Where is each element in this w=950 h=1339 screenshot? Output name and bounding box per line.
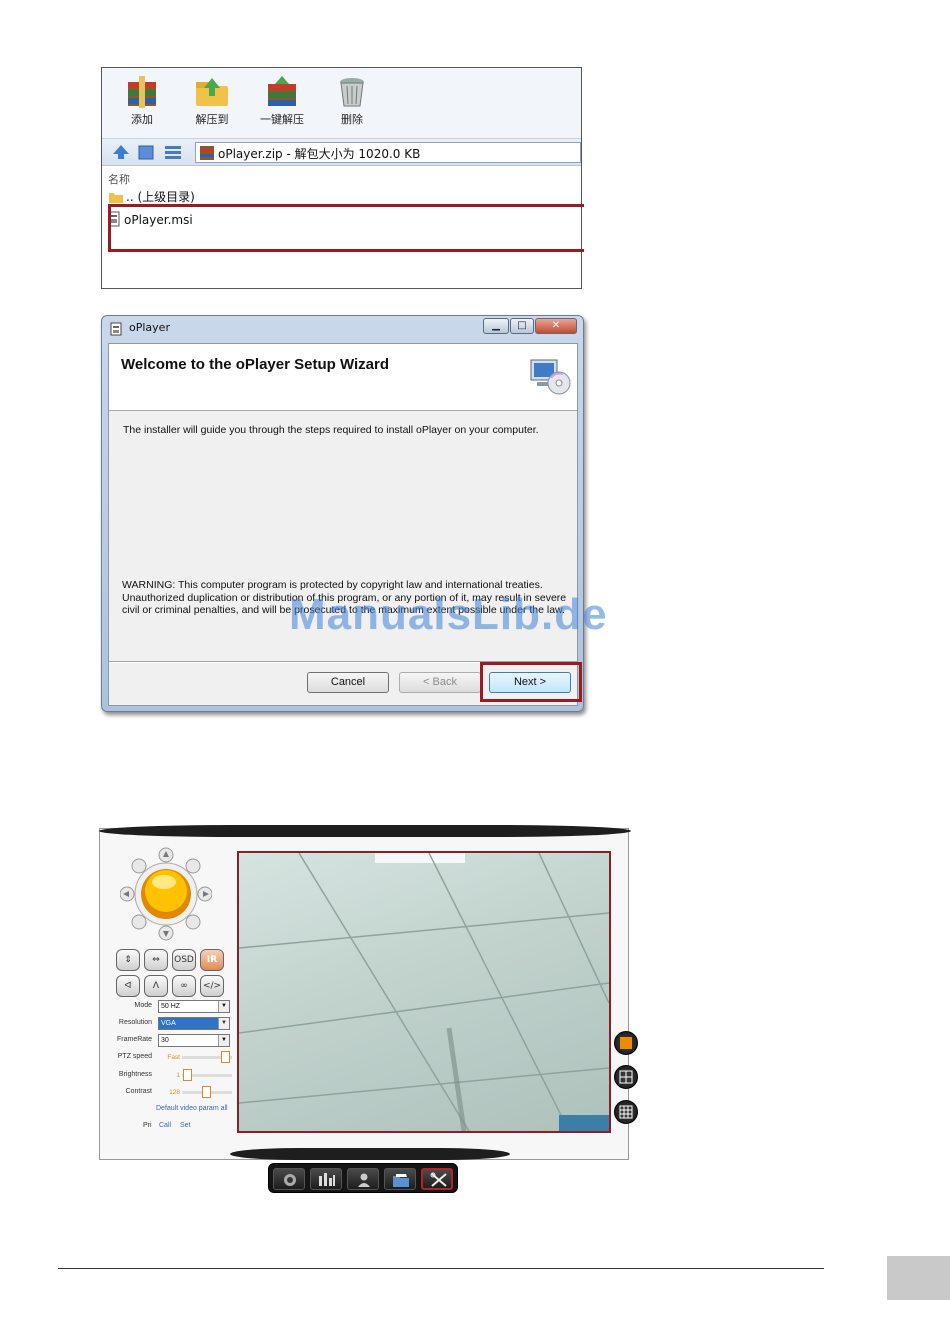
slider-thumb[interactable] <box>221 1051 230 1063</box>
framerate-label: FrameRate <box>116 1036 152 1043</box>
zip-archive-icon <box>200 146 214 160</box>
wizard-header: Welcome to the oPlayer Setup Wizard <box>109 344 577 411</box>
wizard-body: Welcome to the oPlayer Setup Wizard The … <box>108 343 578 706</box>
brightness-value: 1 <box>176 1072 180 1079</box>
folder-icon <box>109 193 123 203</box>
file-name: .. (上级目录) <box>126 190 195 204</box>
list-view-icon[interactable] <box>164 145 182 160</box>
minimize-icon: ▁ <box>492 320 500 331</box>
ptz-speed-slider[interactable] <box>182 1051 232 1063</box>
user-icon <box>358 1173 370 1187</box>
page-number-tab <box>887 1256 950 1300</box>
maximize-button[interactable]: □ <box>510 318 534 334</box>
nine-grid-icon <box>619 1105 633 1119</box>
resolution-select[interactable]: VGA ▼ <box>158 1017 230 1030</box>
mode-label: Mode <box>134 1002 152 1009</box>
delete-icon <box>340 78 364 107</box>
folder-icon <box>393 1174 409 1187</box>
preset-label: Pri <box>143 1122 152 1129</box>
one-click-extract-icon <box>268 76 296 106</box>
mirror-button[interactable]: ᐱ <box>144 975 168 997</box>
framerate-select[interactable]: 30 ▼ <box>158 1034 230 1047</box>
address-bar: oPlayer.zip - 解包大小为 1020.0 KB <box>102 138 581 166</box>
setup-wizard-window: oPlayer ▁ □ ✕ Welcome to the oPlayer Set… <box>101 315 584 712</box>
bottom-dock <box>268 1163 458 1193</box>
single-view-icon <box>620 1037 632 1049</box>
ptz-speed-label: PTZ speed <box>117 1053 152 1060</box>
minimize-button[interactable]: ▁ <box>483 318 509 334</box>
brightness-label: Brightness <box>118 1071 152 1078</box>
one-click-extract-button[interactable]: 一键解压 <box>252 76 312 127</box>
osd-button[interactable]: OSD <box>172 949 196 971</box>
video-dock-button[interactable] <box>273 1168 305 1190</box>
horizontal-patrol-button[interactable]: ⇔ <box>144 949 168 971</box>
column-header-name[interactable]: 名称 <box>108 171 130 187</box>
ir-button[interactable]: IR <box>200 949 224 971</box>
brightness-slider[interactable] <box>182 1069 232 1081</box>
frame-top-bar <box>99 825 631 837</box>
ptz-joystick[interactable] <box>120 847 212 941</box>
chevron-down-icon: ▼ <box>218 1035 229 1046</box>
cancel-button[interactable]: Cancel <box>307 672 389 693</box>
footer-rule <box>58 1268 824 1269</box>
preset-set-link[interactable]: Set <box>180 1122 191 1129</box>
frame-bottom-bar <box>230 1148 510 1160</box>
contrast-label: Contrast <box>125 1088 152 1095</box>
archive-window: 添加 解压到 一键解压 删除 oPlayer.zip - 解包大小为 1020.… <box>101 67 584 289</box>
extract-to-button[interactable]: 解压到 <box>182 76 242 127</box>
single-view-button[interactable] <box>614 1031 638 1055</box>
up-arrow-icon[interactable] <box>112 144 130 160</box>
contrast-value: 128 <box>169 1089 180 1096</box>
installer-app-icon <box>110 322 122 336</box>
watermark: ManualsLib.de <box>289 590 608 639</box>
path-field[interactable]: oPlayer.zip - 解包大小为 1020.0 KB <box>195 142 581 163</box>
quad-view-button[interactable] <box>614 1065 638 1089</box>
add-button[interactable]: 添加 <box>112 76 172 127</box>
archive-toolbar: 添加 解压到 一键解压 删除 <box>102 68 581 138</box>
maximize-icon: □ <box>517 320 527 331</box>
ptz-speed-value: Fast <box>167 1054 180 1061</box>
back-button[interactable]: < Back <box>399 672 481 693</box>
slider-thumb[interactable] <box>183 1069 192 1081</box>
folder-dock-button[interactable] <box>384 1168 416 1190</box>
link-button[interactable]: ∞ <box>172 975 196 997</box>
quad-grid-icon <box>619 1070 633 1084</box>
chevron-down-icon: ▼ <box>218 1018 229 1029</box>
preset-call-link[interactable]: Call <box>159 1122 171 1129</box>
code-button[interactable]: </> <box>200 975 224 997</box>
camera-client-window: ⇕ ⇔ OSD IR ᐊ ᐱ ∞ </> Mode 50 HZ ▼ Resolut… <box>99 825 638 1160</box>
default-params-link[interactable]: Default video param all <box>156 1105 228 1112</box>
window-title: oPlayer <box>129 321 170 334</box>
file-row-parent[interactable]: .. (上级目录) <box>108 188 195 205</box>
vertical-patrol-button[interactable]: ⇕ <box>116 949 140 971</box>
close-icon: ✕ <box>551 320 561 331</box>
video-view[interactable] <box>237 851 611 1133</box>
settings-dock-button[interactable] <box>421 1168 453 1190</box>
selection-highlight <box>108 204 584 252</box>
thumbnail-view-icon[interactable] <box>138 145 154 160</box>
resolution-label: Resolution <box>118 1019 152 1026</box>
mode-select[interactable]: 50 HZ ▼ <box>158 1000 230 1013</box>
computer-cd-icon <box>530 359 571 395</box>
nine-view-button[interactable] <box>614 1100 638 1124</box>
extract-to-icon <box>196 78 228 106</box>
chevron-down-icon: ▼ <box>218 1001 229 1012</box>
intro-text: The installer will guide you through the… <box>123 424 539 436</box>
delete-button[interactable]: 删除 <box>322 76 382 127</box>
playback-dock-button[interactable] <box>347 1168 379 1190</box>
tools-icon <box>430 1172 447 1187</box>
slider-thumb[interactable] <box>202 1086 211 1098</box>
wizard-heading: Welcome to the oPlayer Setup Wizard <box>121 356 389 373</box>
add-archive-icon <box>128 76 156 108</box>
close-button[interactable]: ✕ <box>535 318 577 334</box>
path-text: oPlayer.zip - 解包大小为 1020.0 KB <box>218 147 421 161</box>
camera-icon <box>284 1174 296 1186</box>
next-button-highlight <box>480 662 582 702</box>
record-dock-button[interactable] <box>310 1168 342 1190</box>
contrast-slider[interactable] <box>182 1086 232 1098</box>
ceiling-scene <box>239 853 609 1131</box>
equalizer-icon <box>319 1173 335 1186</box>
flip-button[interactable]: ᐊ <box>116 975 140 997</box>
